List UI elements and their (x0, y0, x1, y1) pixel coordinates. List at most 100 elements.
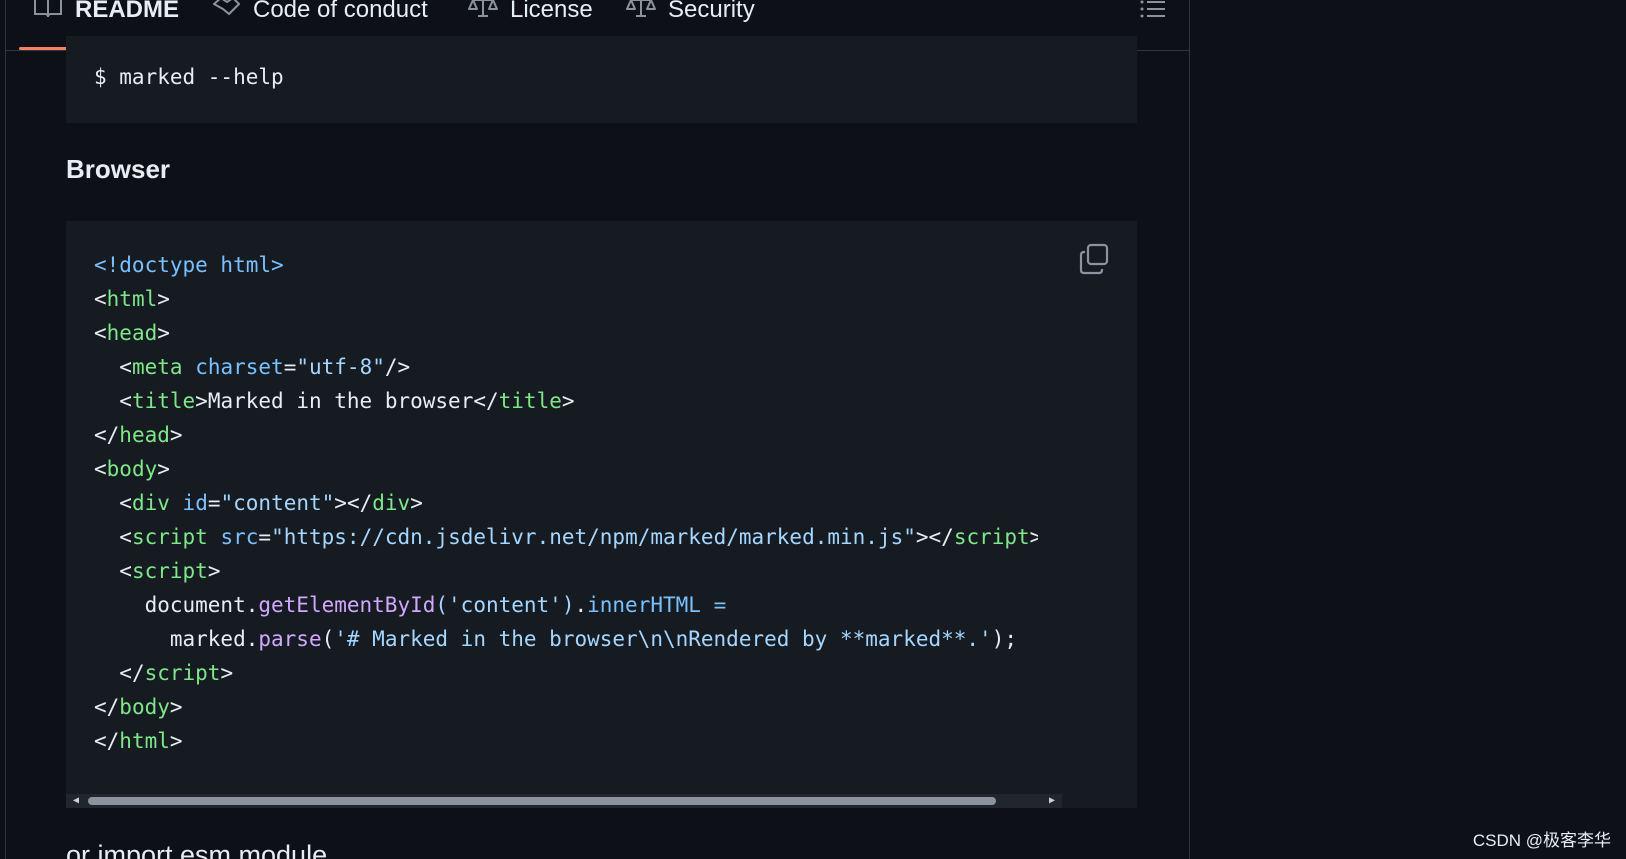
code-token: src (220, 525, 259, 549)
code-line: <meta charset="utf-8"/> (94, 350, 410, 384)
code-token: script (131, 525, 208, 549)
code-line: marked.parse('# Marked in the browser\n\… (94, 622, 1017, 656)
scroll-left-icon[interactable]: ◀ (68, 794, 84, 808)
tab-code-of-conduct-label: Code of conduct (253, 0, 428, 23)
code-token: ( (321, 627, 335, 651)
law-icon (468, 0, 498, 17)
code-line: </html> (94, 724, 183, 758)
code-token: title (131, 389, 196, 413)
scroll-right-icon[interactable]: ▶ (1044, 794, 1060, 808)
code-token: marked. (169, 627, 259, 651)
list-unordered-icon[interactable] (1139, 0, 1167, 20)
code-token: body (119, 695, 170, 719)
code-token: title (498, 389, 562, 413)
code-token: div (131, 491, 170, 515)
tab-security-label: Security (668, 0, 755, 23)
readme-panel: README Code of conduct License Security (5, 0, 1190, 859)
code-token: < (119, 491, 132, 515)
code-token: document. (144, 593, 259, 617)
code-token: script (953, 525, 1030, 549)
code-token: </ (94, 695, 120, 719)
code-token: Marked in the browser (207, 389, 474, 413)
code-block-cli: $ marked --help (66, 36, 1137, 123)
code-token: </ (94, 729, 120, 753)
code-line: <head> (94, 316, 170, 350)
code-line: document.getElementById('content').inner… (94, 588, 727, 622)
code-token: > (207, 559, 221, 583)
code-line: <!doctype html> (94, 248, 284, 282)
heading-browser: Browser (66, 154, 171, 184)
code-line: <body> (94, 452, 170, 486)
code-token: head (106, 321, 158, 345)
code-token: < (94, 321, 107, 345)
code-line: $ marked --help (94, 65, 284, 89)
code-token: meta (131, 355, 183, 379)
code-token: < (94, 287, 107, 311)
code-token: = (207, 491, 221, 515)
tab-license-label: License (510, 0, 593, 23)
code-token: > (169, 423, 183, 447)
code-token: charset (195, 355, 284, 379)
code-token: html (106, 287, 158, 311)
code-token: /> (384, 355, 411, 379)
code-token: "https://cdn.jsdelivr.net/npm/marked/mar… (271, 525, 916, 549)
watermark: CSDN @极客李华 (1472, 831, 1611, 850)
code-token: > (561, 389, 575, 413)
code-token: innerHTML (587, 593, 701, 617)
law-icon (626, 0, 656, 17)
code-token: < (119, 525, 132, 549)
code-token: </ (94, 423, 120, 447)
code-token: ); (991, 627, 1017, 651)
code-line: <div id="content"></div> (94, 486, 423, 520)
code-token: ('content') (435, 593, 575, 617)
scrollbar-thumb[interactable] (88, 797, 996, 805)
code-block-browser: <!doctype html> <html> <head> <meta char… (66, 221, 1137, 808)
code-token: </ (473, 389, 499, 413)
horizontal-scrollbar[interactable]: ◀ ▶ (66, 794, 1062, 808)
code-token: "utf-8" (296, 355, 385, 379)
code-token: > (157, 457, 170, 481)
code-token: > (915, 525, 929, 549)
code-token: > (195, 389, 208, 413)
code-line: <html> (94, 282, 170, 316)
code-token: script (144, 661, 221, 685)
code-line: </script> (94, 656, 233, 690)
tab-readme-label: README (75, 0, 180, 23)
code-token: < (119, 389, 132, 413)
code-token: > (1030, 525, 1038, 549)
code-token: parse (258, 627, 322, 651)
code-token: head (119, 423, 170, 447)
handshake-icon (213, 0, 240, 15)
section-text: or import esm module (66, 840, 328, 859)
code-token: '# Marked in the browser\n\nRendered by … (334, 627, 992, 651)
code-token: > (157, 321, 170, 345)
code-token: = (700, 593, 727, 617)
code-token: > (410, 491, 423, 515)
code-token: div (372, 491, 411, 515)
book-icon (34, 0, 62, 18)
code-token: . (574, 593, 588, 617)
code-token: </ (119, 661, 145, 685)
code-line: <script src="https://cdn.jsdelivr.net/np… (94, 520, 1038, 554)
code-line: <script> (94, 554, 220, 588)
copy-icon[interactable] (1079, 243, 1109, 275)
code-token: < (94, 457, 107, 481)
code-token: getElementById (258, 593, 436, 617)
code-token: = (258, 525, 272, 549)
code-token: > (169, 695, 183, 719)
code-line: </body> (94, 690, 183, 724)
code-token: < (119, 355, 132, 379)
code-token: "content" (220, 491, 335, 515)
code-token: < (119, 559, 132, 583)
code-token: id (182, 491, 208, 515)
code-token: > (334, 491, 347, 515)
code-line: </head> (94, 418, 183, 452)
code-token: html (119, 729, 170, 753)
code-token: > (220, 661, 234, 685)
code-token: script (131, 559, 208, 583)
code-token: body (106, 457, 158, 481)
code-token: > (157, 287, 170, 311)
code-token: > (169, 729, 183, 753)
code-line: <title>Marked in the browser</title> (94, 384, 575, 418)
code-token: </ (346, 491, 373, 515)
